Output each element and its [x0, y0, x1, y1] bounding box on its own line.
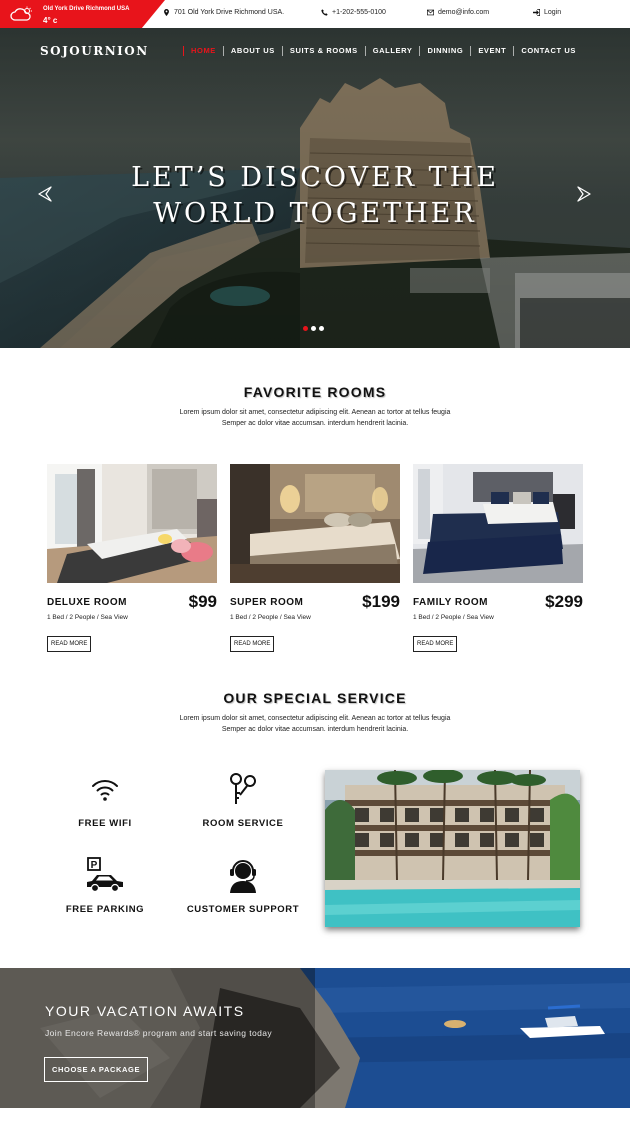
vacation-banner: YOUR VACATION AWAITS Join Encore Rewards… [0, 968, 630, 1108]
pool-image [325, 770, 580, 927]
room-photo[interactable] [230, 464, 400, 583]
slider-dot-3[interactable] [319, 326, 324, 331]
hotel-pool-image [325, 770, 580, 927]
slider-dot-1[interactable] [303, 326, 308, 331]
weather-location: Old York Drive Richmond USA [43, 6, 130, 12]
services-section-subtitle: Lorem ipsum dolor sit amet, consectetur … [0, 713, 630, 735]
room-card: SUPER ROOM $199 1 Bed / 2 People / Sea V… [230, 464, 400, 652]
location-pin-icon [164, 9, 169, 16]
nav-gallery[interactable]: GALLERY [364, 46, 420, 56]
slider-dot-2[interactable] [311, 326, 316, 331]
service-label: FREE WIFI [78, 818, 132, 829]
room-photo[interactable] [47, 464, 217, 583]
service-free-wifi: FREE WIFI [40, 770, 170, 829]
support-agent-icon [230, 860, 256, 893]
service-label: FREE PARKING [65, 904, 145, 915]
parking-car-icon: P [87, 857, 123, 893]
super-room-image [230, 464, 400, 583]
login-text: Login [544, 9, 562, 16]
site-logo[interactable]: SOJOURNION [40, 44, 149, 58]
deluxe-room-image [47, 464, 217, 583]
cloud-sun-icon [10, 6, 32, 21]
envelope-icon [427, 9, 434, 16]
room-card: FAMILY ROOM $299 1 Bed / 2 People / Sea … [413, 464, 583, 652]
top-bar: Old York Drive Richmond USA 4° c 701 Old… [0, 0, 630, 28]
login-link[interactable]: Login [533, 9, 561, 16]
nav-home[interactable]: HOME [183, 46, 223, 56]
keys-icon [230, 773, 256, 804]
rooms-subtitle-line1: Lorem ipsum dolor sit amet, consectetur … [179, 409, 451, 416]
banner-subtitle: Join Encore Rewards® program and start s… [45, 1028, 272, 1038]
email-item[interactable]: demo@info.com [427, 9, 489, 16]
weather-temperature: 4° c [43, 16, 58, 25]
service-free-parking: P FREE PARKING [40, 856, 170, 915]
slider-next-arrow-icon[interactable] [577, 186, 591, 202]
rooms-subtitle-line2: Semper ac dolor vitae accumsan. interdum… [221, 420, 409, 427]
rooms-section-subtitle: Lorem ipsum dolor sit amet, consectetur … [0, 407, 630, 429]
room-name: FAMILY ROOM [413, 597, 488, 608]
read-more-button[interactable]: READ MORE [230, 636, 275, 652]
hero-title: LET’S DISCOVER THE WORLD TOGETHER [0, 160, 630, 232]
room-price: $99 [188, 592, 217, 611]
read-more-button[interactable]: READ MORE [413, 636, 458, 652]
room-details: 1 Bed / 2 People / Sea View [47, 614, 128, 621]
room-photo[interactable] [413, 464, 583, 583]
choose-package-button[interactable]: CHOOSE A PACKAGE [44, 1057, 149, 1082]
sign-in-icon [533, 9, 540, 16]
slider-dots [303, 326, 324, 331]
room-name: DELUXE ROOM [47, 597, 127, 608]
room-price: $199 [362, 592, 400, 611]
address-text: 701 Old York Drive Richmond USA. [174, 9, 285, 16]
hero-slider: SOJOURNION HOME ABOUT US SUITS & ROOMS G… [0, 28, 630, 348]
phone-icon [321, 9, 328, 16]
room-details: 1 Bed / 2 People / Sea View [230, 614, 311, 621]
room-details: 1 Bed / 2 People / Sea View [413, 614, 494, 621]
nav-event[interactable]: EVENT [470, 46, 513, 56]
wifi-icon [92, 780, 118, 801]
nav-about-us[interactable]: ABOUT US [222, 46, 282, 56]
service-label: ROOM SERVICE [202, 818, 284, 829]
room-card: DELUXE ROOM $99 1 Bed / 2 People / Sea V… [47, 464, 217, 652]
svg-text:P: P [91, 860, 98, 871]
read-more-button[interactable]: READ MORE [47, 636, 92, 652]
nav-contact-us[interactable]: CONTACT US [513, 46, 583, 56]
banner-title: YOUR VACATION AWAITS [45, 1003, 245, 1019]
hero-title-line2: WORLD TOGETHER [153, 198, 477, 229]
main-nav: HOME ABOUT US SUITS & ROOMS GALLERY DINN… [183, 46, 583, 56]
coast-sea-image [0, 968, 630, 1108]
family-room-image [413, 464, 583, 583]
nav-dinning[interactable]: DINNING [419, 46, 470, 56]
email-text: demo@info.com [438, 9, 490, 16]
room-name: SUPER ROOM [230, 597, 304, 608]
rooms-section-title: FAVORITE ROOMS [243, 384, 387, 400]
phone-item[interactable]: +1-202-555-0100 [321, 9, 386, 16]
hero-title-line1: LET’S DISCOVER THE [131, 162, 499, 193]
slider-prev-arrow-icon[interactable] [38, 186, 52, 202]
nav-suits-rooms[interactable]: SUITS & ROOMS [281, 46, 365, 56]
room-price: $299 [545, 592, 583, 611]
address-item: 701 Old York Drive Richmond USA. [163, 9, 284, 16]
service-room-service: ROOM SERVICE [178, 770, 308, 829]
services-subtitle-line2: Semper ac dolor vitae accumsan. interdum… [221, 726, 409, 733]
services-section-title: OUR SPECIAL SERVICE [223, 690, 407, 706]
service-customer-support: CUSTOMER SUPPORT [178, 856, 308, 915]
services-subtitle-line1: Lorem ipsum dolor sit amet, consectetur … [179, 715, 451, 722]
weather-widget: Old York Drive Richmond USA 4° c [0, 0, 165, 28]
phone-text: +1-202-555-0100 [332, 9, 386, 16]
service-label: CUSTOMER SUPPORT [186, 904, 300, 915]
